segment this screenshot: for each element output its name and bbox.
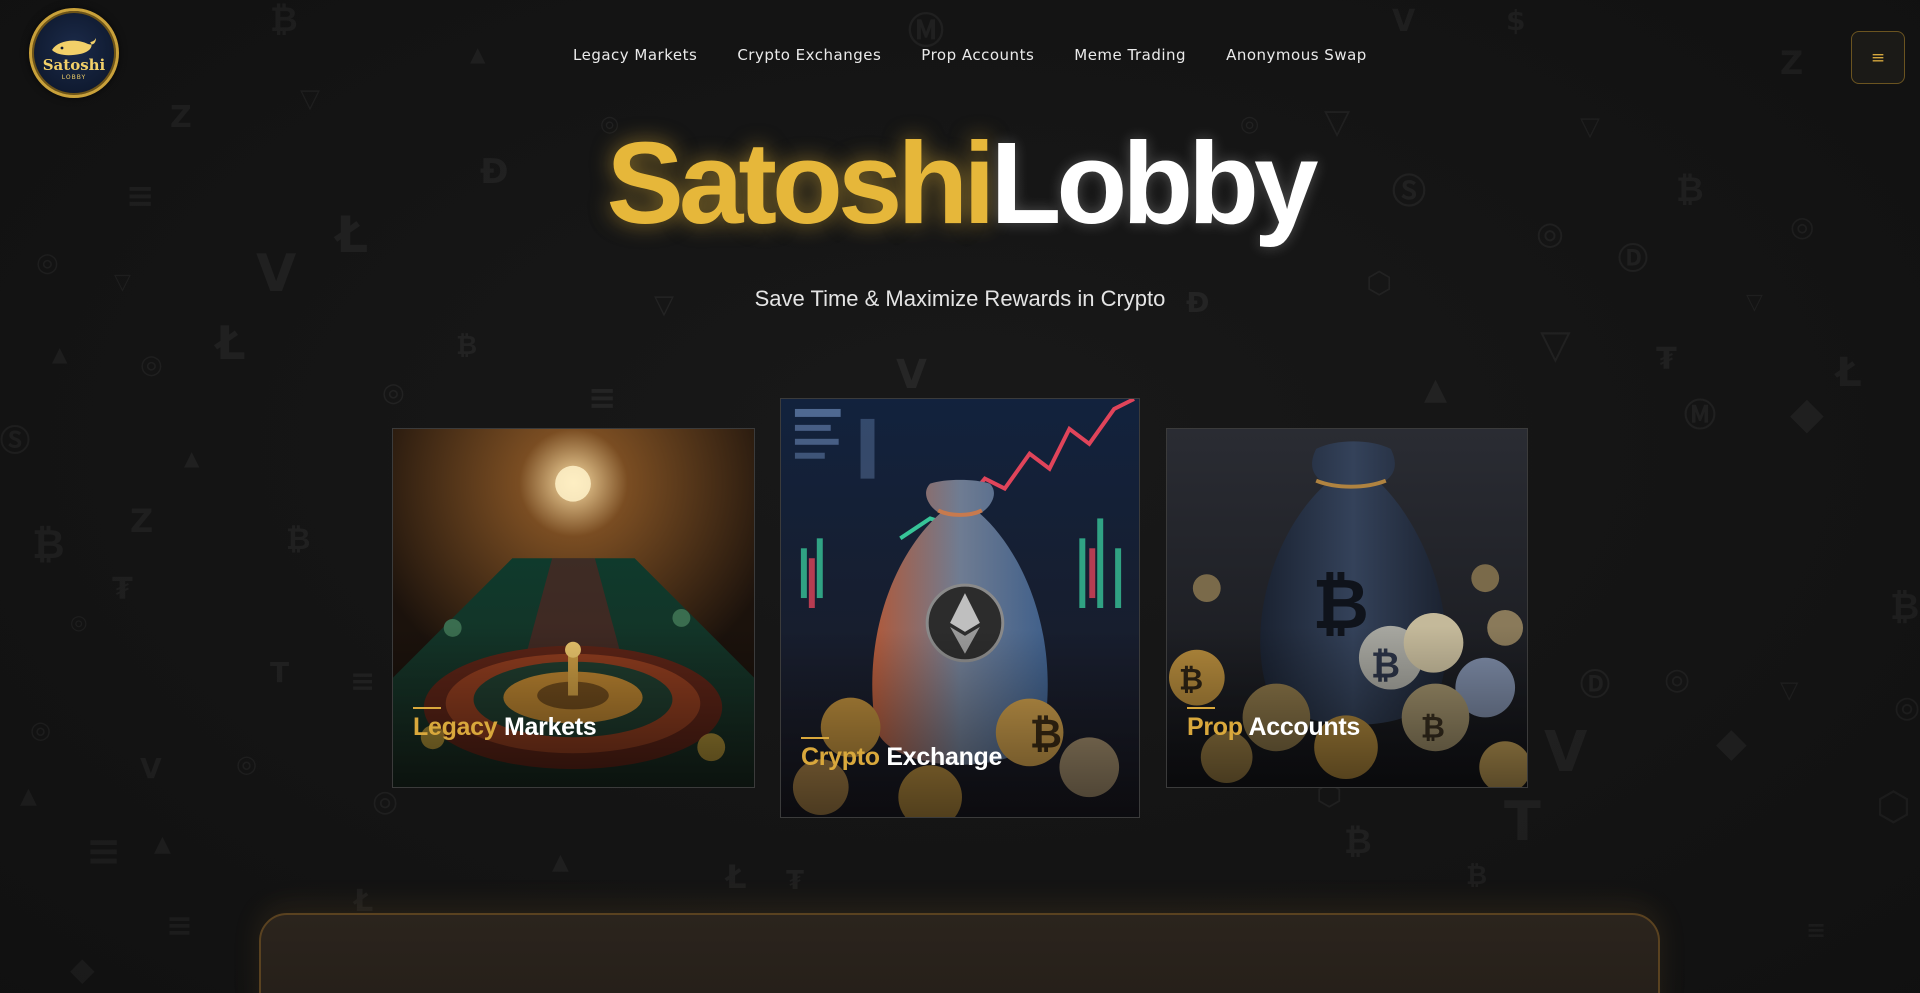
tagline: Save Time & Maximize Rewards in Crypto	[754, 286, 1166, 311]
logo-subtitle: LOBBY	[61, 73, 87, 81]
nav-item-meme-trading[interactable]: Meme Trading	[1074, 46, 1186, 64]
card-shade	[393, 625, 754, 787]
card-prop-accounts[interactable]: ₿ ₿ ₿ ₿ Prop Accounts	[1166, 428, 1528, 788]
nav-item-crypto-exchanges[interactable]: Crypto Exchanges	[737, 46, 881, 64]
card-accent-line	[413, 707, 441, 709]
page-title-white: Lobby	[990, 118, 1319, 248]
page-title: SatoshiLobby	[0, 118, 1920, 248]
nav-item-legacy-markets[interactable]: Legacy Markets	[573, 46, 697, 64]
hamburger-menu-icon: ≡	[1870, 47, 1886, 68]
card-shade	[781, 628, 1139, 817]
nav-item-prop-accounts[interactable]: Prop Accounts	[921, 46, 1034, 64]
card-title-prop-accounts: Prop Accounts	[1187, 713, 1360, 742]
card-accent-line	[801, 737, 829, 739]
card-title-white: Exchange	[886, 743, 1003, 771]
card-title-white: Accounts	[1248, 713, 1360, 741]
logo-title: Satoshi	[42, 55, 106, 74]
satoshi-lobby-logo[interactable]: Satoshi LOBBY	[29, 8, 119, 98]
whale-icon	[52, 37, 96, 55]
card-title-crypto-exchange: Crypto Exchange	[801, 743, 1002, 772]
card-accent-line	[1187, 707, 1215, 709]
main-navigation: Legacy Markets Crypto Exchanges Prop Acc…	[573, 46, 1367, 64]
card-title-gold: Legacy	[413, 713, 498, 741]
card-title-legacy-markets: Legacy Markets	[413, 713, 597, 742]
card-title-gold: Prop	[1187, 713, 1243, 741]
card-title-white: Markets	[504, 713, 597, 741]
card-legacy-markets[interactable]: Legacy Markets	[392, 428, 755, 788]
nav-item-anonymous-swap[interactable]: Anonymous Swap	[1226, 46, 1367, 64]
content-panel	[259, 913, 1660, 993]
card-shade	[1167, 625, 1527, 787]
card-title-gold: Crypto	[801, 743, 880, 771]
card-crypto-exchange[interactable]: ₿ Crypto Exchange	[780, 398, 1140, 818]
menu-button[interactable]: ≡	[1851, 31, 1905, 84]
page-title-gold: Satoshi	[606, 118, 996, 248]
